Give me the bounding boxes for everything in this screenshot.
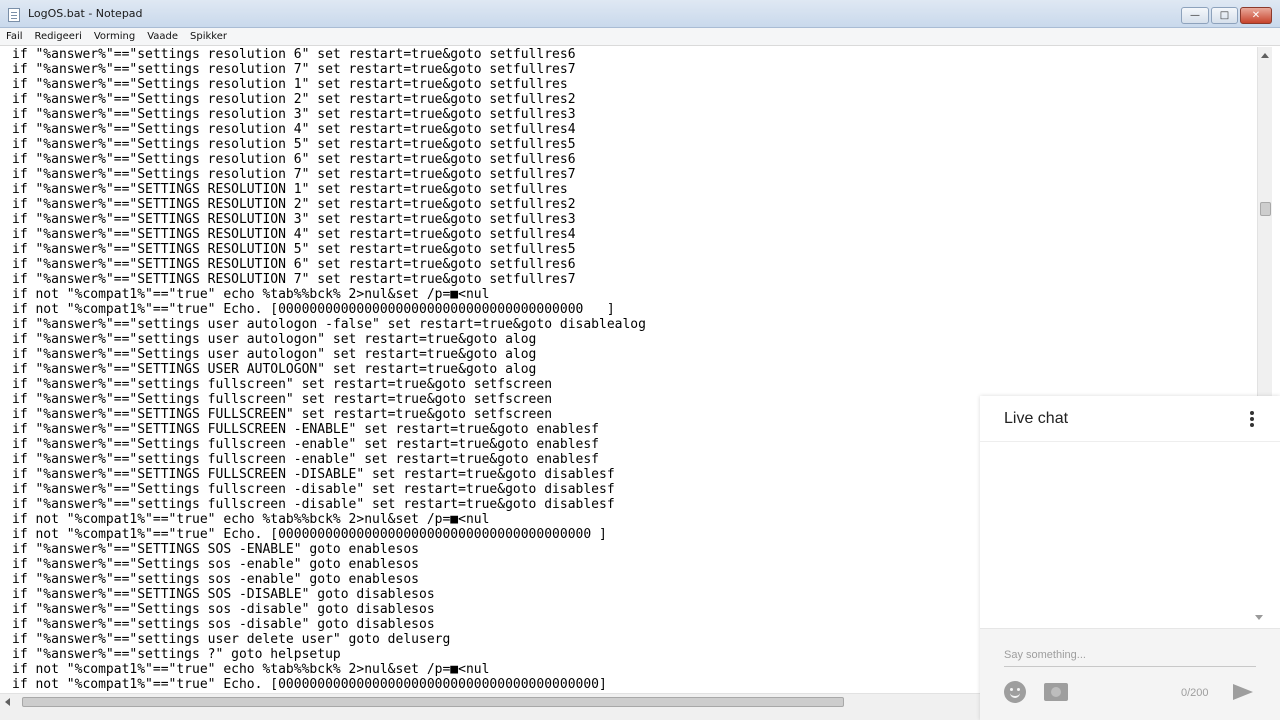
code-line[interactable]: if "%answer%"=="SETTINGS USER AUTOLOGON"… <box>12 362 646 377</box>
menu-bar: Fail Redigeeri Vorming Vaade Spikker <box>0 28 1280 46</box>
chat-footer: 0/200 <box>980 628 1280 720</box>
code-line[interactable]: if "%answer%"=="SETTINGS FULLSCREEN -DIS… <box>12 467 646 482</box>
editor-content[interactable]: if "%answer%"=="settings resolution 6" s… <box>12 47 646 692</box>
code-line[interactable]: if "%answer%"=="settings sos -disable" g… <box>12 617 646 632</box>
code-line[interactable]: if "%answer%"=="Settings resolution 4" s… <box>12 122 646 137</box>
scroll-left-arrow-icon[interactable] <box>5 698 10 706</box>
code-line[interactable]: if "%answer%"=="settings sos -enable" go… <box>12 572 646 587</box>
menu-help[interactable]: Spikker <box>190 31 227 42</box>
code-line[interactable]: if "%answer%"=="settings user delete use… <box>12 632 646 647</box>
window-title: LogOS.bat - Notepad <box>28 7 143 20</box>
code-line[interactable]: if not "%compat1%"=="true" Echo. [000000… <box>12 677 646 692</box>
code-line[interactable]: if not "%compat1%"=="true" echo %tab%%bc… <box>12 287 646 302</box>
maximize-button[interactable]: □ <box>1211 7 1238 24</box>
code-line[interactable]: if "%answer%"=="Settings resolution 6" s… <box>12 152 646 167</box>
code-line[interactable]: if not "%compat1%"=="true" Echo. [000000… <box>12 302 646 317</box>
code-line[interactable]: if not "%compat1%"=="true" echo %tab%%bc… <box>12 512 646 527</box>
code-line[interactable]: if "%answer%"=="Settings user autologon"… <box>12 347 646 362</box>
vertical-scroll-thumb[interactable] <box>1260 202 1271 216</box>
code-line[interactable]: if "%answer%"=="settings fullscreen -dis… <box>12 497 646 512</box>
code-line[interactable]: if "%answer%"=="settings user autologon"… <box>12 332 646 347</box>
code-line[interactable]: if "%answer%"=="SETTINGS RESOLUTION 3" s… <box>12 212 646 227</box>
menu-edit[interactable]: Redigeeri <box>35 31 82 42</box>
code-line[interactable]: if "%answer%"=="SETTINGS RESOLUTION 2" s… <box>12 197 646 212</box>
super-chat-icon[interactable] <box>1044 683 1068 701</box>
notepad-icon <box>8 8 20 22</box>
more-options-icon[interactable] <box>1248 411 1256 429</box>
menu-view[interactable]: Vaade <box>147 31 178 42</box>
menu-format[interactable]: Vorming <box>94 31 135 42</box>
minimize-button[interactable]: — <box>1181 7 1209 24</box>
code-line[interactable]: if "%answer%"=="Settings resolution 3" s… <box>12 107 646 122</box>
chat-messages <box>980 443 1280 628</box>
close-button[interactable]: ✕ <box>1240 7 1272 24</box>
chat-title: Live chat <box>1004 410 1069 427</box>
code-line[interactable]: if "%answer%"=="Settings fullscreen -ena… <box>12 437 646 452</box>
send-icon[interactable] <box>1233 684 1253 700</box>
code-line[interactable]: if "%answer%"=="Settings fullscreen" set… <box>12 392 646 407</box>
code-line[interactable]: if "%answer%"=="settings ?" goto helpset… <box>12 647 646 662</box>
code-line[interactable]: if "%answer%"=="Settings resolution 2" s… <box>12 92 646 107</box>
code-line[interactable]: if "%answer%"=="Settings resolution 5" s… <box>12 137 646 152</box>
code-line[interactable]: if "%answer%"=="Settings sos -enable" go… <box>12 557 646 572</box>
chat-header: Live chat <box>980 396 1280 442</box>
code-line[interactable]: if "%answer%"=="SETTINGS RESOLUTION 4" s… <box>12 227 646 242</box>
title-bar: LogOS.bat - Notepad — □ ✕ <box>0 0 1280 28</box>
code-line[interactable]: if "%answer%"=="SETTINGS SOS -DISABLE" g… <box>12 587 646 602</box>
char-counter: 0/200 <box>1181 687 1209 699</box>
emoji-icon[interactable] <box>1004 681 1026 703</box>
code-line[interactable]: if "%answer%"=="Settings fullscreen -dis… <box>12 482 646 497</box>
code-line[interactable]: if "%answer%"=="SETTINGS RESOLUTION 6" s… <box>12 257 646 272</box>
code-line[interactable]: if "%answer%"=="SETTINGS RESOLUTION 5" s… <box>12 242 646 257</box>
code-line[interactable]: if "%answer%"=="SETTINGS SOS -ENABLE" go… <box>12 542 646 557</box>
horizontal-scroll-thumb[interactable] <box>22 697 844 707</box>
code-line[interactable]: if "%answer%"=="SETTINGS FULLSCREEN -ENA… <box>12 422 646 437</box>
code-line[interactable]: if "%answer%"=="Settings resolution 1" s… <box>12 77 646 92</box>
code-line[interactable]: if not "%compat1%"=="true" Echo. [000000… <box>12 527 646 542</box>
code-line[interactable]: if "%answer%"=="SETTINGS FULLSCREEN" set… <box>12 407 646 422</box>
menu-file[interactable]: Fail <box>6 31 23 42</box>
code-line[interactable]: if "%answer%"=="Settings sos -disable" g… <box>12 602 646 617</box>
code-line[interactable]: if not "%compat1%"=="true" echo %tab%%bc… <box>12 662 646 677</box>
live-chat-panel: Live chat 0/200 <box>980 396 1280 720</box>
code-line[interactable]: if "%answer%"=="settings resolution 6" s… <box>12 47 646 62</box>
chat-message-input[interactable] <box>1004 643 1256 667</box>
code-line[interactable]: if "%answer%"=="settings user autologon … <box>12 317 646 332</box>
code-line[interactable]: if "%answer%"=="settings resolution 7" s… <box>12 62 646 77</box>
code-line[interactable]: if "%answer%"=="settings fullscreen -ena… <box>12 452 646 467</box>
code-line[interactable]: if "%answer%"=="Settings resolution 7" s… <box>12 167 646 182</box>
code-line[interactable]: if "%answer%"=="settings fullscreen" set… <box>12 377 646 392</box>
scroll-up-arrow-icon[interactable] <box>1261 53 1269 58</box>
code-line[interactable]: if "%answer%"=="SETTINGS RESOLUTION 7" s… <box>12 272 646 287</box>
chat-scroll-down-icon[interactable] <box>1255 615 1263 620</box>
code-line[interactable]: if "%answer%"=="SETTINGS RESOLUTION 1" s… <box>12 182 646 197</box>
